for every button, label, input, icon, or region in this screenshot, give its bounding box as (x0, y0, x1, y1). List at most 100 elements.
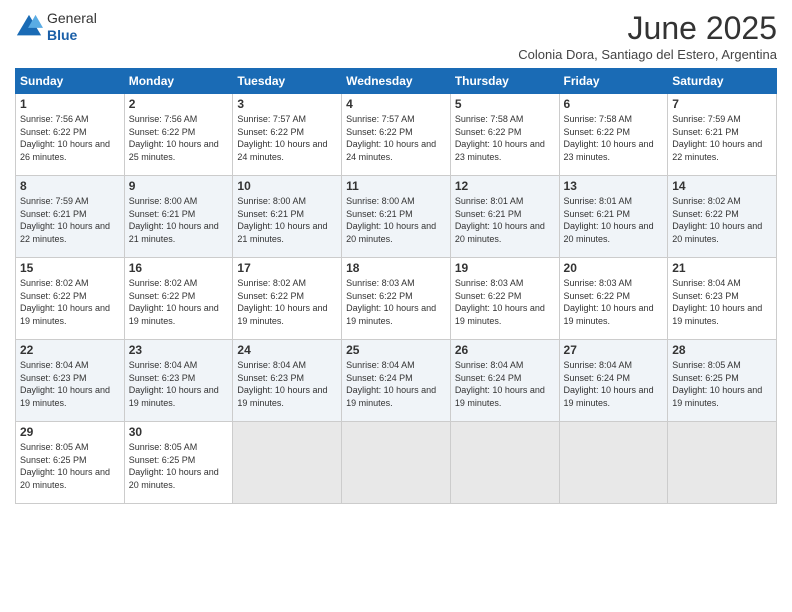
cell-info: Sunrise: 8:00 AMSunset: 6:21 PMDaylight:… (129, 195, 229, 245)
logo: General Blue (15, 10, 97, 44)
cell-info: Sunrise: 8:05 AMSunset: 6:25 PMDaylight:… (129, 441, 229, 491)
cell-info: Sunrise: 7:57 AMSunset: 6:22 PMDaylight:… (237, 113, 337, 163)
header: General Blue June 2025 Colonia Dora, San… (15, 10, 777, 62)
day-cell: 7 Sunrise: 7:59 AMSunset: 6:21 PMDayligh… (668, 94, 777, 176)
cell-info: Sunrise: 8:02 AMSunset: 6:22 PMDaylight:… (129, 277, 229, 327)
cell-info: Sunrise: 8:04 AMSunset: 6:24 PMDaylight:… (455, 359, 555, 409)
page: General Blue June 2025 Colonia Dora, San… (0, 0, 792, 612)
day-number: 22 (20, 343, 120, 357)
cell-info: Sunrise: 8:00 AMSunset: 6:21 PMDaylight:… (237, 195, 337, 245)
day-number: 27 (564, 343, 664, 357)
day-cell (342, 422, 451, 504)
cell-info: Sunrise: 8:03 AMSunset: 6:22 PMDaylight:… (564, 277, 664, 327)
cell-info: Sunrise: 7:57 AMSunset: 6:22 PMDaylight:… (346, 113, 446, 163)
week-row-2: 8 Sunrise: 7:59 AMSunset: 6:21 PMDayligh… (16, 176, 777, 258)
cell-info: Sunrise: 8:04 AMSunset: 6:23 PMDaylight:… (20, 359, 120, 409)
cell-info: Sunrise: 8:03 AMSunset: 6:22 PMDaylight:… (346, 277, 446, 327)
logo-blue: Blue (47, 27, 97, 44)
day-number: 29 (20, 425, 120, 439)
header-wednesday: Wednesday (342, 69, 451, 94)
day-cell: 20 Sunrise: 8:03 AMSunset: 6:22 PMDaylig… (559, 258, 668, 340)
cell-info: Sunrise: 7:58 AMSunset: 6:22 PMDaylight:… (564, 113, 664, 163)
day-number: 21 (672, 261, 772, 275)
day-cell: 30 Sunrise: 8:05 AMSunset: 6:25 PMDaylig… (124, 422, 233, 504)
day-cell: 15 Sunrise: 8:02 AMSunset: 6:22 PMDaylig… (16, 258, 125, 340)
day-number: 25 (346, 343, 446, 357)
logo-text: General Blue (47, 10, 97, 44)
day-number: 26 (455, 343, 555, 357)
day-number: 23 (129, 343, 229, 357)
day-number: 9 (129, 179, 229, 193)
day-cell: 6 Sunrise: 7:58 AMSunset: 6:22 PMDayligh… (559, 94, 668, 176)
cell-info: Sunrise: 7:59 AMSunset: 6:21 PMDaylight:… (20, 195, 120, 245)
day-cell: 25 Sunrise: 8:04 AMSunset: 6:24 PMDaylig… (342, 340, 451, 422)
day-number: 2 (129, 97, 229, 111)
day-number: 15 (20, 261, 120, 275)
day-cell: 14 Sunrise: 8:02 AMSunset: 6:22 PMDaylig… (668, 176, 777, 258)
cell-info: Sunrise: 8:02 AMSunset: 6:22 PMDaylight:… (20, 277, 120, 327)
day-cell: 12 Sunrise: 8:01 AMSunset: 6:21 PMDaylig… (450, 176, 559, 258)
calendar: SundayMondayTuesdayWednesdayThursdayFrid… (15, 68, 777, 504)
month-title: June 2025 (518, 10, 777, 47)
day-number: 30 (129, 425, 229, 439)
day-cell: 3 Sunrise: 7:57 AMSunset: 6:22 PMDayligh… (233, 94, 342, 176)
day-cell: 11 Sunrise: 8:00 AMSunset: 6:21 PMDaylig… (342, 176, 451, 258)
calendar-header-row: SundayMondayTuesdayWednesdayThursdayFrid… (16, 69, 777, 94)
day-number: 6 (564, 97, 664, 111)
day-cell: 18 Sunrise: 8:03 AMSunset: 6:22 PMDaylig… (342, 258, 451, 340)
day-number: 16 (129, 261, 229, 275)
day-cell: 24 Sunrise: 8:04 AMSunset: 6:23 PMDaylig… (233, 340, 342, 422)
day-number: 19 (455, 261, 555, 275)
week-row-3: 15 Sunrise: 8:02 AMSunset: 6:22 PMDaylig… (16, 258, 777, 340)
day-cell (668, 422, 777, 504)
day-number: 28 (672, 343, 772, 357)
day-cell: 26 Sunrise: 8:04 AMSunset: 6:24 PMDaylig… (450, 340, 559, 422)
day-number: 4 (346, 97, 446, 111)
header-monday: Monday (124, 69, 233, 94)
header-sunday: Sunday (16, 69, 125, 94)
header-thursday: Thursday (450, 69, 559, 94)
day-number: 18 (346, 261, 446, 275)
week-row-5: 29 Sunrise: 8:05 AMSunset: 6:25 PMDaylig… (16, 422, 777, 504)
cell-info: Sunrise: 8:02 AMSunset: 6:22 PMDaylight:… (672, 195, 772, 245)
cell-info: Sunrise: 7:58 AMSunset: 6:22 PMDaylight:… (455, 113, 555, 163)
day-cell: 19 Sunrise: 8:03 AMSunset: 6:22 PMDaylig… (450, 258, 559, 340)
day-cell: 21 Sunrise: 8:04 AMSunset: 6:23 PMDaylig… (668, 258, 777, 340)
subtitle: Colonia Dora, Santiago del Estero, Argen… (518, 47, 777, 62)
day-number: 13 (564, 179, 664, 193)
cell-info: Sunrise: 7:59 AMSunset: 6:21 PMDaylight:… (672, 113, 772, 163)
day-number: 5 (455, 97, 555, 111)
day-cell (559, 422, 668, 504)
day-cell (450, 422, 559, 504)
cell-info: Sunrise: 8:01 AMSunset: 6:21 PMDaylight:… (564, 195, 664, 245)
cell-info: Sunrise: 8:04 AMSunset: 6:23 PMDaylight:… (672, 277, 772, 327)
cell-info: Sunrise: 8:03 AMSunset: 6:22 PMDaylight:… (455, 277, 555, 327)
day-cell: 17 Sunrise: 8:02 AMSunset: 6:22 PMDaylig… (233, 258, 342, 340)
logo-icon (15, 13, 43, 41)
cell-info: Sunrise: 8:04 AMSunset: 6:23 PMDaylight:… (237, 359, 337, 409)
day-number: 17 (237, 261, 337, 275)
day-cell: 28 Sunrise: 8:05 AMSunset: 6:25 PMDaylig… (668, 340, 777, 422)
week-row-1: 1 Sunrise: 7:56 AMSunset: 6:22 PMDayligh… (16, 94, 777, 176)
cell-info: Sunrise: 8:04 AMSunset: 6:24 PMDaylight:… (564, 359, 664, 409)
cell-info: Sunrise: 8:02 AMSunset: 6:22 PMDaylight:… (237, 277, 337, 327)
cell-info: Sunrise: 7:56 AMSunset: 6:22 PMDaylight:… (129, 113, 229, 163)
day-number: 14 (672, 179, 772, 193)
day-cell: 27 Sunrise: 8:04 AMSunset: 6:24 PMDaylig… (559, 340, 668, 422)
day-cell: 10 Sunrise: 8:00 AMSunset: 6:21 PMDaylig… (233, 176, 342, 258)
header-tuesday: Tuesday (233, 69, 342, 94)
day-number: 1 (20, 97, 120, 111)
day-number: 11 (346, 179, 446, 193)
cell-info: Sunrise: 7:56 AMSunset: 6:22 PMDaylight:… (20, 113, 120, 163)
day-number: 20 (564, 261, 664, 275)
day-cell (233, 422, 342, 504)
day-cell: 29 Sunrise: 8:05 AMSunset: 6:25 PMDaylig… (16, 422, 125, 504)
title-area: June 2025 Colonia Dora, Santiago del Est… (518, 10, 777, 62)
day-cell: 8 Sunrise: 7:59 AMSunset: 6:21 PMDayligh… (16, 176, 125, 258)
day-cell: 4 Sunrise: 7:57 AMSunset: 6:22 PMDayligh… (342, 94, 451, 176)
header-friday: Friday (559, 69, 668, 94)
cell-info: Sunrise: 8:04 AMSunset: 6:24 PMDaylight:… (346, 359, 446, 409)
day-cell: 22 Sunrise: 8:04 AMSunset: 6:23 PMDaylig… (16, 340, 125, 422)
day-cell: 13 Sunrise: 8:01 AMSunset: 6:21 PMDaylig… (559, 176, 668, 258)
day-number: 3 (237, 97, 337, 111)
